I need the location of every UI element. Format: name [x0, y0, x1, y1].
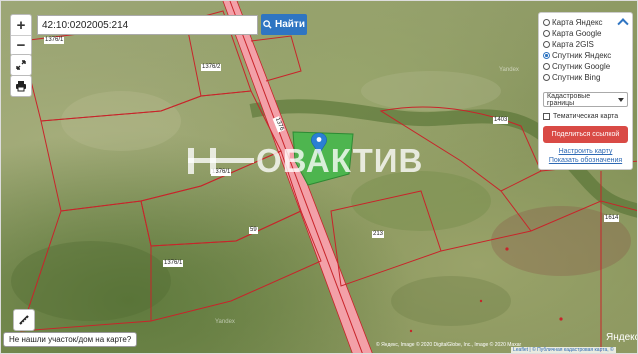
layer-option[interactable]: Спутник Google — [543, 61, 628, 72]
print-button[interactable] — [10, 75, 32, 97]
layer-option-label: Спутник Bing — [552, 73, 601, 82]
plot-label: 1376/1 — [163, 260, 184, 267]
expand-icon — [16, 60, 26, 70]
cadastral-search-input[interactable] — [37, 15, 258, 35]
layer-option-label: Карта 2GIS — [552, 40, 594, 49]
map-attribution: © Яндекс, Image © 2020 DigitalGlobe, Inc… — [376, 342, 522, 348]
layer-option[interactable]: Спутник Bing — [543, 72, 628, 83]
overlay-select[interactable]: Кадастровые границы — [543, 92, 628, 107]
plot-label: 1376/2 — [201, 64, 222, 71]
ruler-icon — [19, 315, 29, 325]
plot-label: 1403 — [493, 117, 509, 124]
plot-label: 1614 — [604, 215, 620, 222]
thematic-map-label: Тематическая карта — [553, 113, 619, 120]
radio-button-selected[interactable] — [543, 52, 550, 59]
not-found-button[interactable]: Не нашли участок/дом на карте? — [3, 332, 138, 347]
watermark-logo: ОВАКТИВ — [186, 142, 423, 180]
chevron-down-icon — [618, 97, 624, 102]
plot-label: 1376/1 — [44, 37, 65, 44]
layer-option[interactable]: Карта Google — [543, 28, 628, 39]
layer-option-label: Карта Google — [552, 29, 602, 38]
layer-option[interactable]: Спутник Яндекс — [543, 50, 628, 61]
radio-button[interactable] — [543, 74, 550, 81]
plot-label: 213 — [372, 231, 385, 238]
layer-panel: Карта Яндекс Карта Google Карта 2GIS Спу… — [538, 12, 633, 170]
layer-option[interactable]: Карта Яндекс — [543, 17, 628, 28]
share-link-button[interactable]: Поделиться ссылкой — [543, 126, 628, 143]
overlay-select-value: Кадастровые границы — [547, 92, 591, 107]
radio-button[interactable] — [543, 30, 550, 37]
provider-mark: Yandex — [215, 319, 235, 325]
layer-option-label: Спутник Google — [552, 62, 611, 71]
search-button-label: Найти — [275, 19, 305, 30]
layer-option[interactable]: Карта 2GIS — [543, 39, 628, 50]
radio-button[interactable] — [543, 19, 550, 26]
leaflet-attribution[interactable]: Leaflet | © Публичная кадастровая карта,… — [511, 347, 616, 353]
zoom-out-button[interactable]: − — [11, 35, 31, 55]
thematic-map-toggle[interactable]: Тематическая карта — [543, 113, 628, 120]
search-button[interactable]: Найти — [261, 14, 307, 35]
measure-button[interactable] — [13, 309, 35, 331]
printer-icon — [16, 81, 26, 92]
yandex-logo: Яндекс — [606, 332, 638, 343]
configure-map-link[interactable]: Настроить карту — [543, 148, 628, 155]
radio-button[interactable] — [543, 41, 550, 48]
show-legend-link[interactable]: Показать обозначения — [543, 157, 628, 164]
fullscreen-button[interactable] — [10, 54, 32, 76]
plot-label: 59 — [249, 227, 258, 234]
layer-option-label: Спутник Яндекс — [552, 51, 612, 60]
checkbox[interactable] — [543, 113, 550, 120]
radio-button[interactable] — [543, 63, 550, 70]
search-icon — [263, 20, 272, 29]
watermark-text: ОВАКТИВ — [256, 142, 424, 179]
layer-option-label: Карта Яндекс — [552, 18, 603, 27]
zoom-in-button[interactable]: + — [11, 15, 31, 35]
provider-mark: Yandex — [499, 67, 519, 73]
watermark-mark-icon — [188, 148, 254, 174]
zoom-control: + − — [10, 14, 32, 56]
